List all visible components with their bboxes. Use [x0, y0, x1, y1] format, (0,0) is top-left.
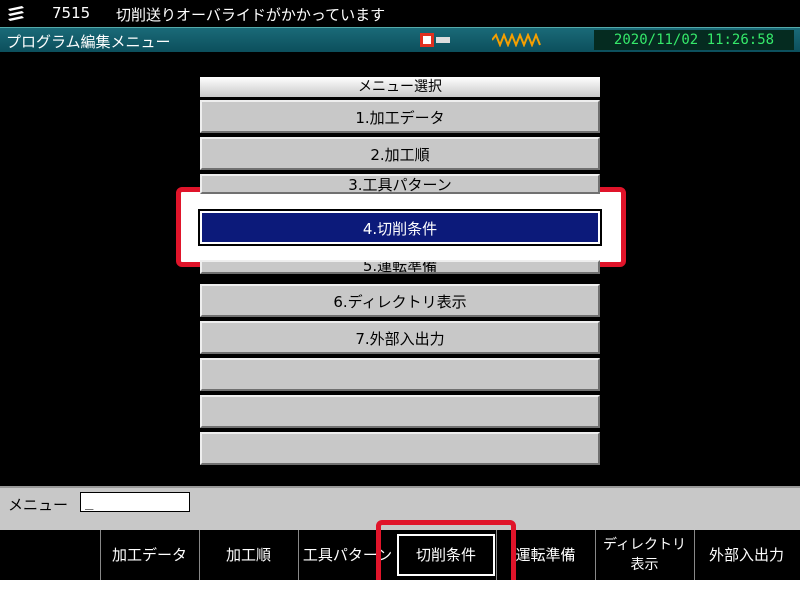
softkey-directory[interactable]: ディレクトリ表示	[595, 530, 693, 580]
title-bar: プログラム編集メニュー 2020/11/02 11:26:58	[0, 27, 800, 52]
waveform-icon	[492, 33, 541, 47]
softkey-machining-data[interactable]: 加工データ	[100, 530, 198, 580]
alarm-code: 7515	[52, 4, 91, 22]
alarm-message: 切削送りオーバライドがかかっています	[116, 6, 386, 24]
softkey-0[interactable]	[2, 530, 100, 580]
menu-item-7[interactable]: 7.外部入出力	[200, 321, 600, 354]
softkey-machining-order[interactable]: 加工順	[199, 530, 297, 580]
softkey-external-io[interactable]: 外部入出力	[694, 530, 798, 580]
menu-item-5[interactable]: 5.運転準備	[200, 260, 600, 274]
softkey-operation-prep[interactable]: 運転準備	[496, 530, 594, 580]
menu-item-4[interactable]: 4.切削条件	[198, 209, 602, 246]
input-label: メニュー	[8, 496, 69, 514]
menu-item-1[interactable]: 1.加工データ	[200, 100, 600, 133]
bottom-strip	[0, 580, 800, 596]
menu-item-8[interactable]	[200, 358, 600, 391]
menu-item-2[interactable]: 2.加工順	[200, 137, 600, 170]
clock-display: 2020/11/02 11:26:58	[594, 30, 794, 50]
message-bar: 7515 切削送りオーバライドがかかっています	[0, 0, 800, 26]
layers-icon	[8, 6, 24, 21]
softkey-bar: 加工データ 加工順 工具パターン 切削条件 運転準備 ディレクトリ表示 外部入出…	[0, 520, 800, 586]
alarm-icon	[420, 33, 450, 47]
menu-item-6[interactable]: 6.ディレクトリ表示	[200, 284, 600, 317]
softkey-cutting-conditions[interactable]: 切削条件	[397, 534, 495, 576]
menu-item-3[interactable]: 3.工具パターン	[200, 174, 600, 194]
menu-number-input[interactable]: _	[80, 492, 190, 512]
menu-item-10[interactable]	[200, 432, 600, 465]
menu-header: メニュー選択	[200, 77, 600, 97]
menu-item-9[interactable]	[200, 395, 600, 428]
screen-title: プログラム編集メニュー	[6, 33, 171, 51]
